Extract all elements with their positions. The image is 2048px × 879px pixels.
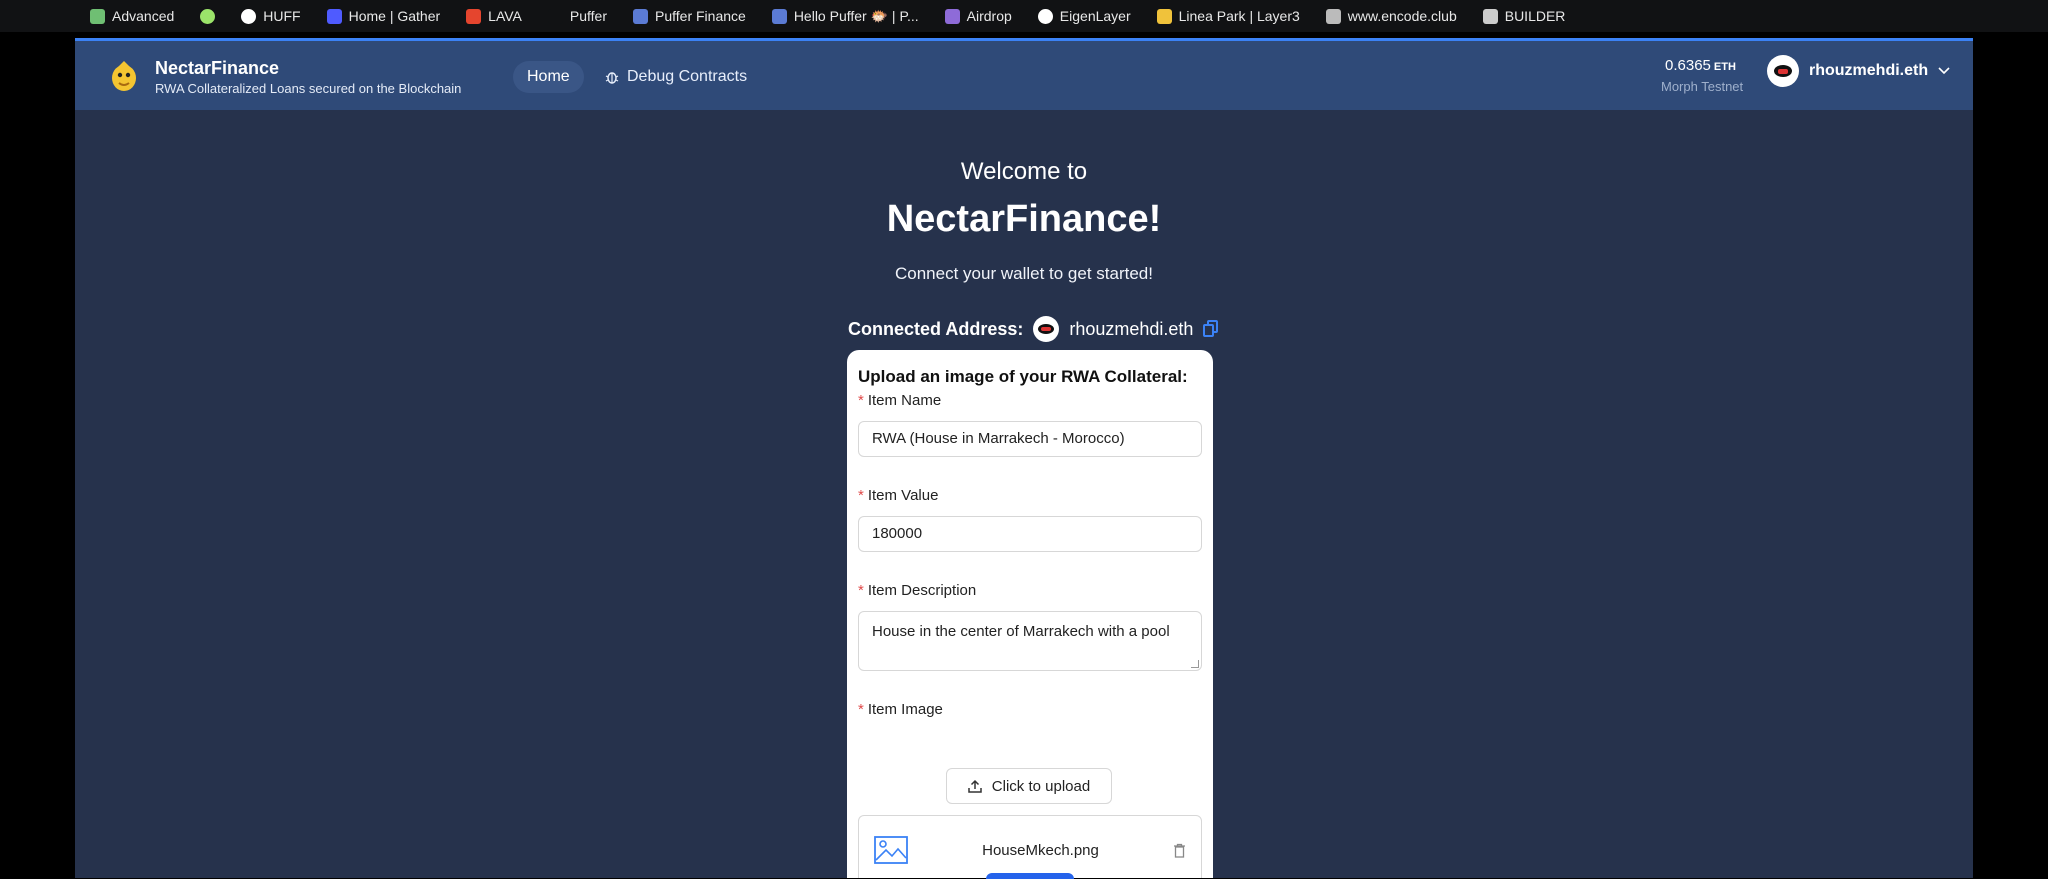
lava-icon [466,8,482,24]
trash-icon[interactable] [1173,843,1186,858]
bookmark-item[interactable]: Advanced [90,8,174,24]
item-description-field[interactable]: House in the center of Marrakech with a … [858,611,1202,671]
account-name: rhouzmehdi.eth [1809,62,1929,79]
item-value-field[interactable]: 180000 [858,516,1202,552]
app-header: NectarFinance RWA Collateralized Loans s… [75,41,1973,110]
layers-icon [944,8,960,24]
bookmark-item[interactable]: Linea Park | Layer3 [1156,8,1300,24]
puffer-icon [547,8,563,24]
connected-address-value: rhouzmehdi.eth [1069,318,1194,339]
bookmark-label: Linea Park | Layer3 [1178,8,1300,24]
upload-button[interactable]: Click to upload [946,768,1112,804]
bookmark-item[interactable]: www.encode.club [1325,8,1457,24]
bookmark-item[interactable]: Home | Gather [326,8,441,24]
castle-icon [1482,8,1498,24]
connected-address: Connected Address: rhouzmehdi.eth [848,316,1219,342]
globe-icon [241,8,257,24]
bookmark-label: EigenLayer [1059,8,1131,24]
bookmark-label: www.encode.club [1347,8,1457,24]
bookmark-item[interactable]: BUILDER [1482,8,1566,24]
welcome-line: Welcome to [960,158,1088,185]
page-subtitle: Connect your wallet to get started! [895,264,1153,283]
bookmark-item[interactable]: Puffer [547,8,608,24]
bookmark-label: Puffer [569,8,608,24]
submit-button[interactable] [986,873,1074,879]
brand-title[interactable]: NectarFinance [155,58,279,79]
lime-circle-icon [200,8,216,24]
nav-home[interactable]: Home [513,61,584,93]
bookmarks-bar: Advanced HUFF Home | Gather LAVA Puffer Puffe… [0,0,2048,32]
bookmark-label: Home | Gather [348,8,441,24]
item-image-label: * Item Image [858,701,943,718]
bookmark-item[interactable] [200,8,216,24]
network-name: Morph Testnet [1661,79,1744,94]
nav-debug-contracts[interactable]: Debug Contracts [605,61,747,93]
item-name-label: * Item Name [858,392,942,409]
brand-subtitle: RWA Collateralized Loans secured on the … [155,81,462,96]
resize-handle[interactable] [1191,660,1199,668]
item-description-label: * Item Description [858,582,977,599]
bookmark-label: Hello Puffer 🐡 | P... [793,7,919,24]
bookmark-label: HUFF [263,8,301,24]
image-icon [874,836,908,864]
bookmark-item[interactable]: Puffer Finance [633,8,746,24]
file-name: HouseMkech.png [982,841,1099,859]
bookmark-label: BUILDER [1504,8,1566,24]
account-button[interactable]: rhouzmehdi.eth [1767,54,1950,88]
bookmark-label: LAVA [488,8,522,24]
chevron-down-icon [1938,67,1950,75]
collateral-form: Upload an image of your RWA Collateral: … [847,350,1213,878]
nav-debug-label: Debug Contracts [627,68,748,85]
globe-icon [1037,8,1053,24]
bookmark-label: Advanced [112,8,175,24]
puffer-finance-icon [771,8,787,24]
app-window: NectarFinance RWA Collateralized Loans s… [75,38,1973,878]
bookmark-label: Airdrop [966,8,1012,24]
window-accent-bar [75,38,1973,41]
upload-icon [968,779,982,793]
item-name-field[interactable]: RWA (House in Marrakech - Morocco) [858,421,1202,457]
bookmark-item[interactable]: EigenLayer [1037,8,1131,24]
bookmark-label: Puffer Finance [655,8,746,24]
avatar [1767,55,1799,87]
nectar-logo-icon[interactable] [109,59,139,93]
item-value-label: * Item Value [858,487,939,504]
bookmark-item[interactable]: Hello Puffer 🐡 | P... [771,7,919,25]
puffer-finance-icon [633,8,649,24]
uploaded-file: HouseMkech.png [858,815,1202,878]
address-avatar [1033,316,1060,342]
encode-icon [1325,8,1341,24]
upload-label: Click to upload [991,777,1091,795]
copy-icon[interactable] [1203,320,1219,338]
eth-balance: 0.6365 ETH [1665,57,1736,74]
bookmark-item[interactable]: Airdrop [944,8,1012,24]
page-title: NectarFinance! [886,198,1162,240]
form-heading: Upload an image of your RWA Collateral: [858,367,1188,386]
bookmark-item[interactable]: LAVA [466,8,522,24]
stack-icon [90,8,105,24]
smiley-icon [1156,8,1172,24]
gather-icon [326,8,342,24]
connected-address-label: Connected Address: [848,318,1024,339]
bug-icon [605,72,619,84]
bookmark-item[interactable]: HUFF [241,8,301,24]
